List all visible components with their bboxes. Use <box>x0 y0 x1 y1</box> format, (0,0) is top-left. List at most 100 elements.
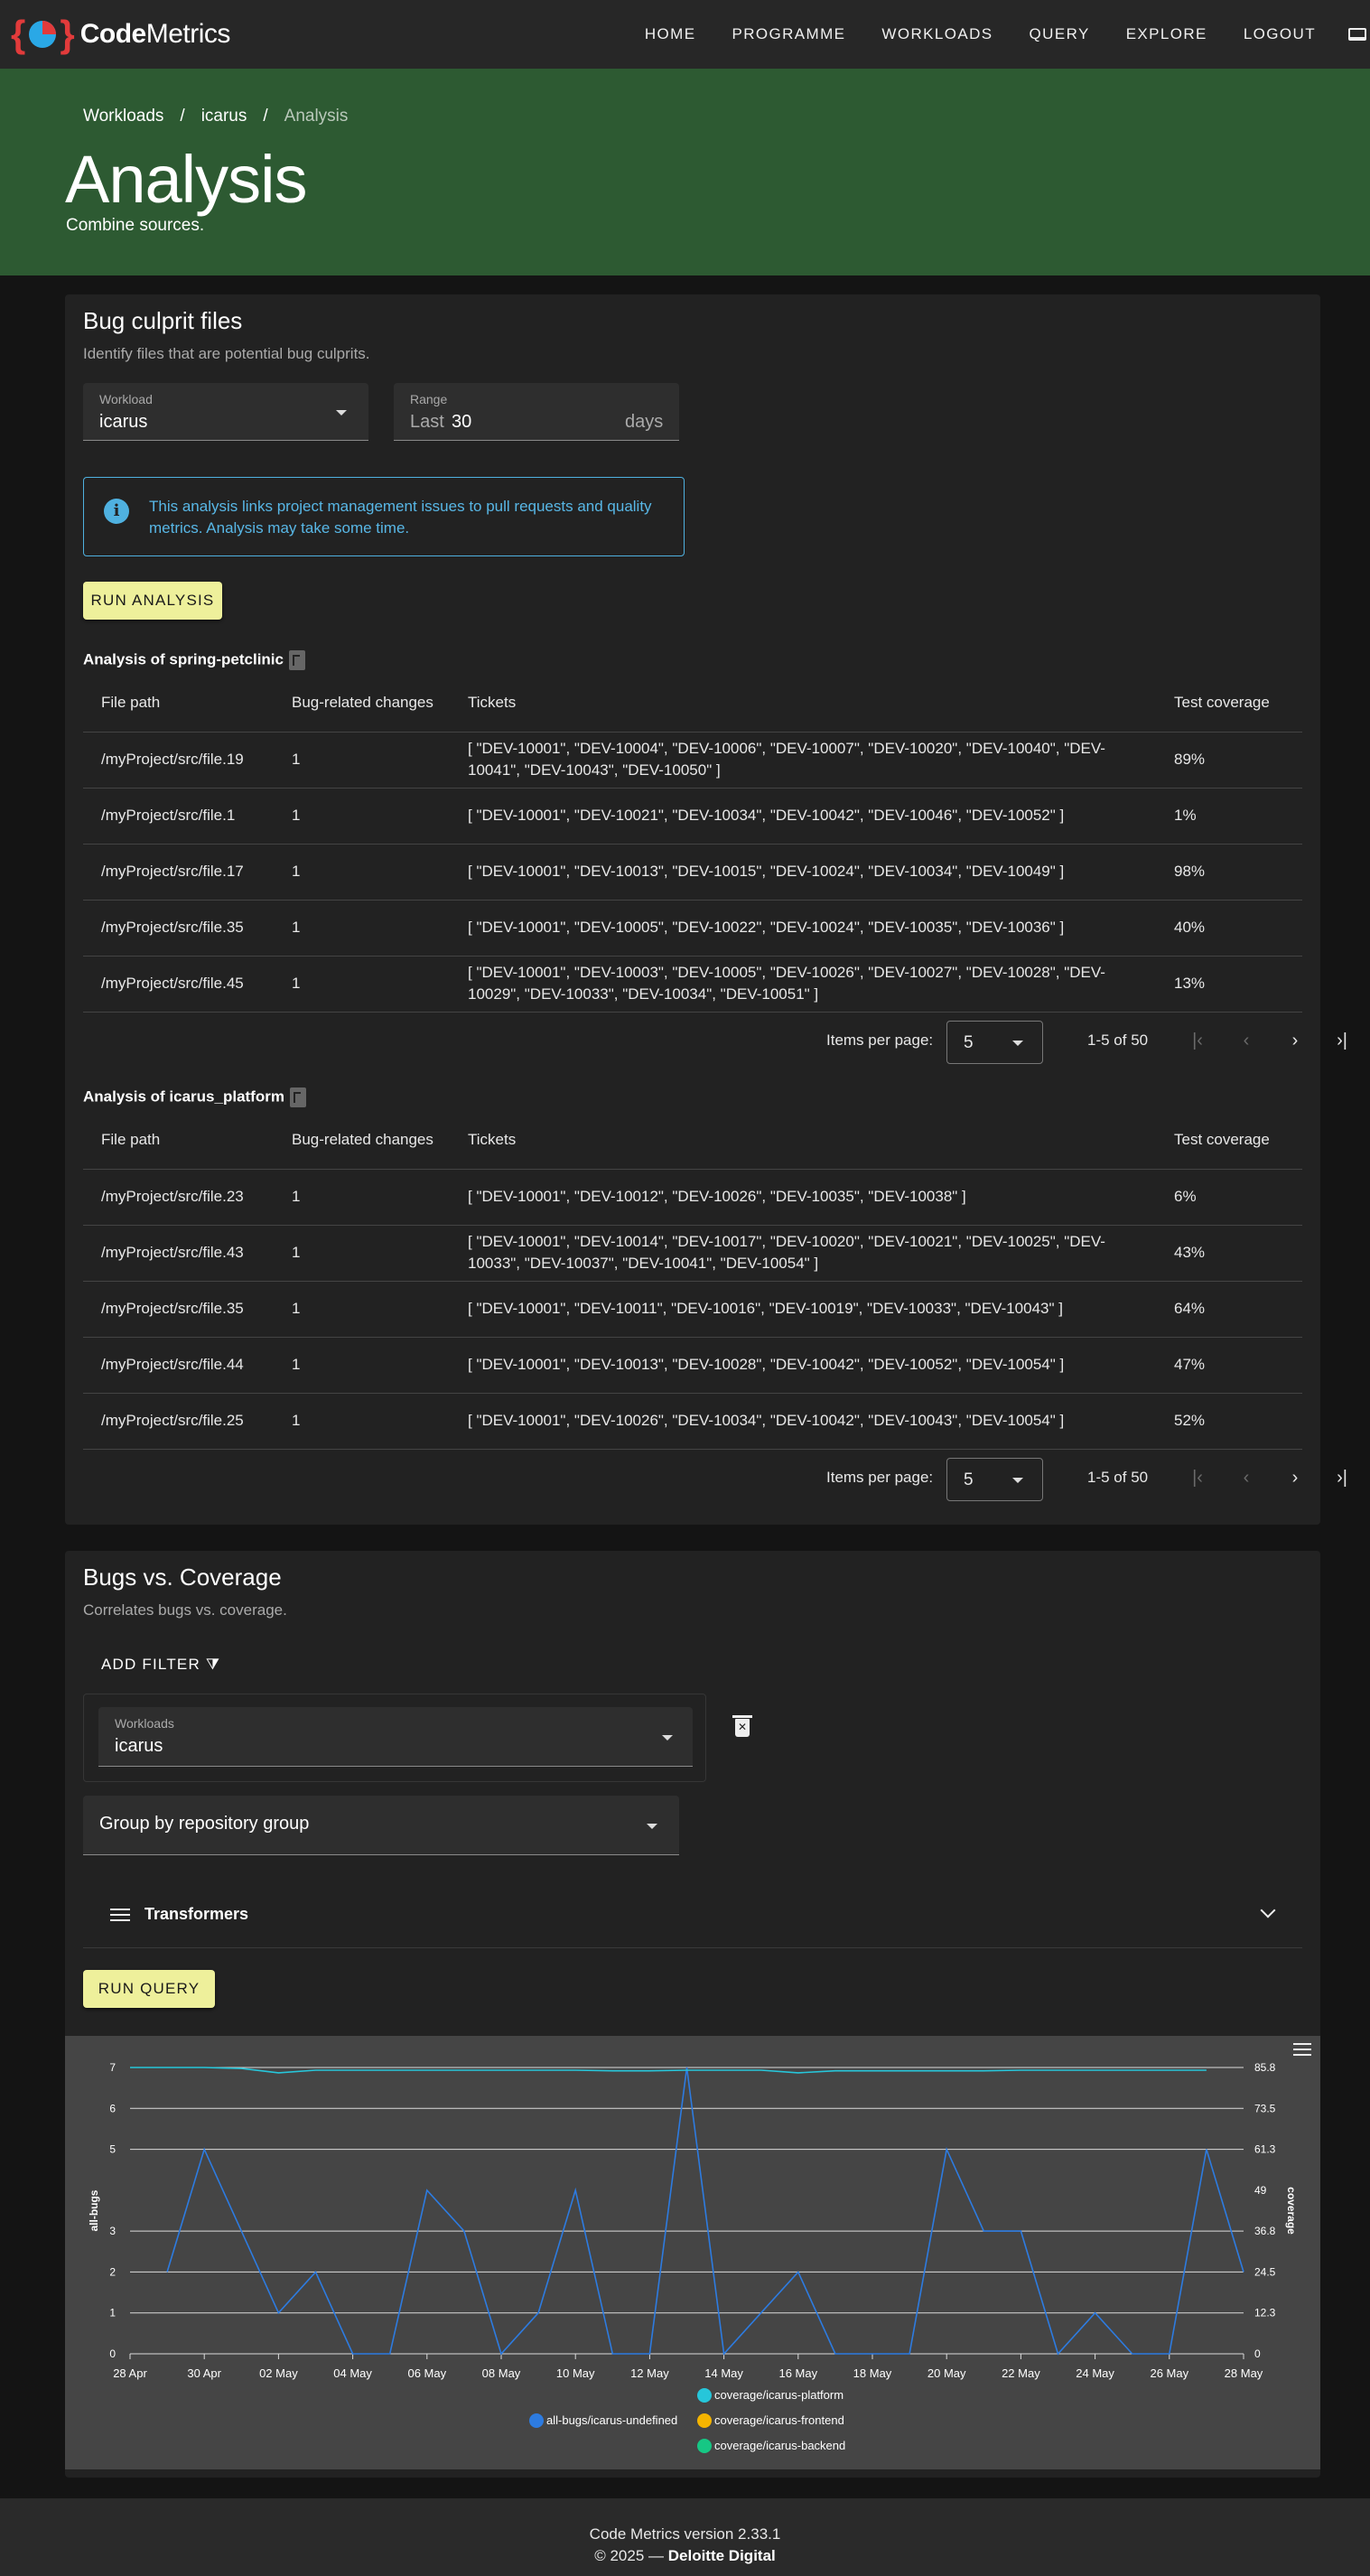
previous-page-icon[interactable]: ‹ <box>1235 1030 1257 1051</box>
workloads-label: Workloads <box>115 1716 174 1731</box>
y-right-tick-label: 85.8 <box>1254 2061 1276 2074</box>
table-pagination: Items per page: 5 1-5 of 50 |‹ ‹ › ›| <box>83 1013 1347 1071</box>
cell-bug-changes: 1 <box>274 732 450 789</box>
y-tick-label: 1 <box>109 2307 116 2319</box>
first-page-icon[interactable]: |‹ <box>1187 1467 1208 1489</box>
last-page-icon[interactable]: ›| <box>1331 1467 1353 1489</box>
delete-filter-icon[interactable] <box>732 1715 752 1737</box>
cell-bug-changes: 1 <box>274 900 450 957</box>
first-page-icon[interactable]: |‹ <box>1187 1030 1208 1051</box>
cell-file-path: /myProject/src/file.23 <box>83 1169 274 1226</box>
next-page-icon[interactable]: › <box>1284 1030 1306 1051</box>
culprit-table: File path Bug-related changes Tickets Te… <box>83 674 1302 1013</box>
cell-coverage: 1% <box>1156 788 1302 845</box>
column-header[interactable]: Test coverage <box>1156 1111 1302 1170</box>
y-tick-label: 0 <box>109 2347 116 2360</box>
column-header[interactable]: Tickets <box>450 1111 1156 1170</box>
card-subtitle: Identify files that are potential bug cu… <box>83 345 370 362</box>
nav-query[interactable]: QUERY <box>1030 25 1090 43</box>
group-by-value: Group by repository group <box>99 1814 310 1834</box>
x-tick-label: 14 May <box>704 2366 743 2380</box>
breadcrumb-icarus[interactable]: icarus <box>201 107 247 126</box>
page-footer: Code Metrics version 2.33.1 © 2025 — Del… <box>0 2498 1370 2576</box>
next-page-icon[interactable]: › <box>1284 1467 1306 1489</box>
cell-bug-changes: 1 <box>274 956 450 1013</box>
chevron-down-icon <box>1012 1041 1023 1046</box>
cell-bug-changes: 1 <box>274 1225 450 1282</box>
column-header[interactable]: File path <box>83 674 274 733</box>
page-subtitle: Combine sources. <box>66 216 205 235</box>
app-logo[interactable]: { } CodeMetrics <box>11 13 230 56</box>
nav-workloads[interactable]: WORKLOADS <box>881 25 993 43</box>
last-page-icon[interactable]: ›| <box>1331 1030 1353 1051</box>
column-header[interactable]: Tickets <box>450 674 1156 733</box>
items-per-page-label: Items per page: <box>826 1031 934 1049</box>
breadcrumb: Workloads / icarus / Analysis <box>83 107 348 126</box>
nav-logout[interactable]: LOGOUT <box>1244 25 1316 43</box>
column-header[interactable]: File path <box>83 1111 274 1170</box>
column-header[interactable]: Bug-related changes <box>274 1111 450 1170</box>
y-right-tick-label: 0 <box>1254 2347 1261 2360</box>
cell-file-path: /myProject/src/file.43 <box>83 1225 274 1282</box>
cell-file-path: /myProject/src/file.1 <box>83 788 274 845</box>
table-row: /myProject/src/file.43 1[ "DEV-10001", "D… <box>83 1225 1302 1282</box>
workload-select[interactable]: Workload icarus <box>83 383 368 441</box>
laptop-icon[interactable] <box>1348 28 1366 41</box>
cell-tickets: [ "DEV-10001", "DEV-10026", "DEV-10034",… <box>450 1393 1156 1450</box>
cell-coverage: 47% <box>1156 1337 1302 1394</box>
cell-bug-changes: 1 <box>274 1337 450 1394</box>
cell-file-path: /myProject/src/file.45 <box>83 956 274 1013</box>
workloads-select[interactable]: Workloads icarus <box>98 1707 693 1767</box>
chevron-down-icon <box>647 1824 657 1829</box>
table-row: /myProject/src/file.23 1[ "DEV-10001", "D… <box>83 1169 1302 1226</box>
y-tick-label: 2 <box>109 2265 116 2278</box>
transformers-expander[interactable]: Transformers <box>83 1881 1302 1948</box>
table-row: /myProject/src/file.19 1[ "DEV-10001", "D… <box>83 732 1302 789</box>
x-tick-label: 12 May <box>630 2366 669 2380</box>
column-header[interactable]: Bug-related changes <box>274 674 450 733</box>
filter-container: Workloads icarus <box>83 1694 706 1782</box>
chart-menu-icon[interactable] <box>1293 2043 1311 2056</box>
range-input[interactable]: 30 <box>452 412 471 433</box>
range-suffix: days <box>625 412 664 432</box>
cell-coverage: 40% <box>1156 900 1302 957</box>
cell-tickets: [ "DEV-10001", "DEV-10003", "DEV-10005",… <box>450 956 1156 1013</box>
x-tick-label: 28 May <box>1225 2366 1263 2380</box>
cell-coverage: 98% <box>1156 844 1302 901</box>
run-analysis-button[interactable]: RUN ANALYSIS <box>83 582 222 620</box>
column-header[interactable]: Test coverage <box>1156 674 1302 733</box>
group-by-select[interactable]: Group by repository group <box>83 1796 679 1855</box>
nav-programme[interactable]: PROGRAMME <box>732 25 845 43</box>
page-range: 1-5 of 50 <box>1087 1469 1149 1486</box>
table-row: /myProject/src/file.45 1[ "DEV-10001", "D… <box>83 956 1302 1013</box>
x-tick-label: 24 May <box>1076 2366 1114 2380</box>
table-row: /myProject/src/file.25 1[ "DEV-10001", "D… <box>83 1393 1302 1450</box>
run-query-button[interactable]: RUN QUERY <box>83 1970 215 2008</box>
y-axis-title: all-bugs <box>88 2189 100 2231</box>
nav-home[interactable]: HOME <box>645 25 696 43</box>
cell-coverage: 64% <box>1156 1281 1302 1338</box>
add-filter-button[interactable]: ADD FILTER ⧩ <box>83 1645 228 1685</box>
cell-tickets: [ "DEV-10001", "DEV-10011", "DEV-10016",… <box>450 1281 1156 1338</box>
breadcrumb-workloads[interactable]: Workloads <box>83 107 163 126</box>
chevron-down-icon <box>1012 1478 1023 1483</box>
y-right-tick-label: 73.5 <box>1254 2102 1276 2114</box>
company-name: Deloitte Digital <box>667 2547 776 2564</box>
cell-bug-changes: 1 <box>274 1169 450 1226</box>
x-tick-label: 08 May <box>482 2366 521 2380</box>
items-per-page-select[interactable]: 5 <box>946 1021 1043 1064</box>
nav-explore[interactable]: EXPLORE <box>1126 25 1207 43</box>
cell-file-path: /myProject/src/file.44 <box>83 1337 274 1394</box>
legend-marker <box>529 2413 544 2428</box>
legend-marker <box>697 2439 712 2453</box>
workloads-value: icarus <box>115 1736 163 1756</box>
series-line-all-bugs-icarus-undefined <box>166 2067 1244 2356</box>
chevron-down-icon <box>662 1735 673 1741</box>
cell-file-path: /myProject/src/file.35 <box>83 900 274 957</box>
range-field[interactable]: Range Last 30 days <box>394 383 679 441</box>
items-per-page-select[interactable]: 5 <box>946 1458 1043 1501</box>
cell-file-path: /myProject/src/file.17 <box>83 844 274 901</box>
app-name: CodeMetrics <box>79 19 231 49</box>
previous-page-icon[interactable]: ‹ <box>1235 1467 1257 1489</box>
version-text: Code Metrics version 2.33.1 <box>589 2525 781 2543</box>
